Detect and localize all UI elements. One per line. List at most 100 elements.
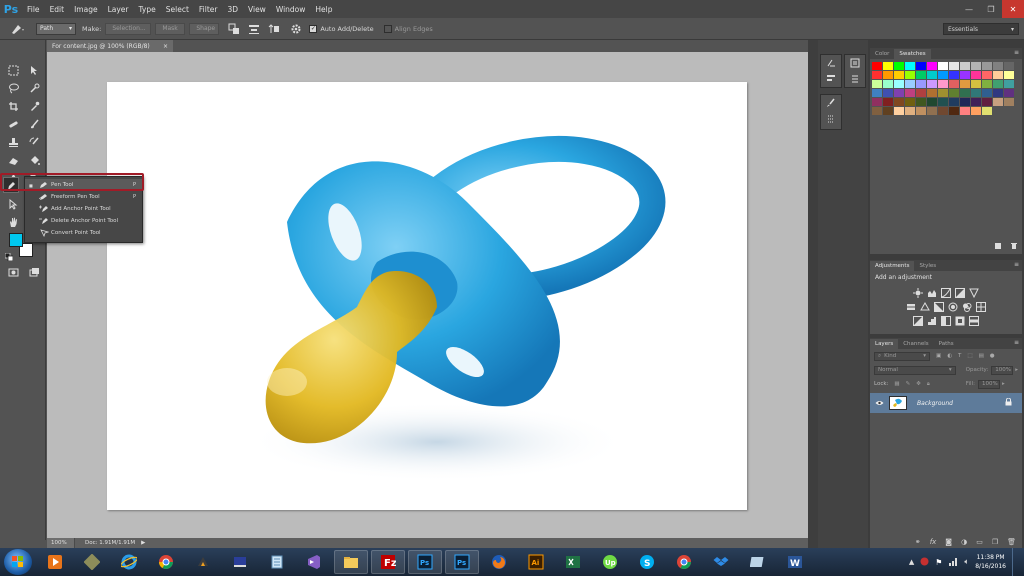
menu-edit[interactable]: Edit xyxy=(45,5,70,14)
taskbar-chrome-2-icon[interactable] xyxy=(667,550,701,574)
black-white-icon[interactable] xyxy=(934,302,944,312)
align-edges-checkbox[interactable] xyxy=(383,24,392,33)
tab-adjustments[interactable]: Adjustments xyxy=(870,261,915,271)
taskbar-usb-tool-icon[interactable] xyxy=(75,550,109,574)
path-operations-icon[interactable] xyxy=(227,22,241,36)
taskbar-notepad-icon[interactable] xyxy=(260,550,294,574)
action-center-flag-icon[interactable]: ⚑ xyxy=(935,558,942,567)
selection-button[interactable]: Selection... xyxy=(105,22,152,35)
path-arrangement-icon[interactable] xyxy=(267,22,281,36)
screen-mode-icon[interactable] xyxy=(26,264,42,280)
menu-layer[interactable]: Layer xyxy=(103,5,134,14)
photo-filter-icon[interactable] xyxy=(948,302,958,312)
taskbar-file-explorer-icon[interactable] xyxy=(334,550,368,574)
kind-filter-select[interactable]: ⌕ Kind ▾ xyxy=(874,351,930,361)
color-swatch[interactable] xyxy=(905,107,915,115)
tab-paths[interactable]: Paths xyxy=(934,339,959,349)
filter-shape-icon[interactable]: ⬚ xyxy=(967,353,972,359)
taskbar-word-icon[interactable]: W xyxy=(778,550,812,574)
opacity-field[interactable]: 100% xyxy=(991,365,1014,375)
color-swatch[interactable] xyxy=(916,71,926,79)
gear-icon[interactable] xyxy=(289,22,303,36)
panel-menu-icon[interactable]: ≡ xyxy=(1014,261,1019,268)
color-swatch[interactable] xyxy=(960,62,970,70)
flyout-convert-point-tool[interactable]: Convert Point Tool xyxy=(25,227,142,239)
menu-filter[interactable]: Filter xyxy=(194,5,223,14)
color-swatch[interactable] xyxy=(982,98,992,106)
color-swatch[interactable] xyxy=(894,62,904,70)
color-swatch[interactable] xyxy=(883,89,893,97)
filter-adjustment-icon[interactable]: ◐ xyxy=(947,353,952,359)
quick-selection-tool[interactable] xyxy=(26,80,42,96)
color-swatch[interactable] xyxy=(938,62,948,70)
color-swatch[interactable] xyxy=(872,98,882,106)
trash-icon[interactable]: 🗑︎ xyxy=(1007,538,1016,546)
hue-saturation-icon[interactable] xyxy=(906,302,916,312)
color-swatch[interactable] xyxy=(894,89,904,97)
color-swatch[interactable] xyxy=(894,71,904,79)
trash-icon[interactable] xyxy=(1010,242,1018,252)
color-swatch[interactable] xyxy=(982,89,992,97)
color-swatch[interactable] xyxy=(894,98,904,106)
invert-icon[interactable] xyxy=(913,316,923,326)
mode-select[interactable]: Path ▾ xyxy=(36,22,76,35)
color-swatch[interactable] xyxy=(949,62,959,70)
healing-brush-tool[interactable] xyxy=(5,116,21,132)
levels-icon[interactable] xyxy=(927,288,937,298)
tab-swatches[interactable]: Swatches xyxy=(894,49,931,59)
color-swatch[interactable] xyxy=(872,89,882,97)
paint-bucket-tool[interactable] xyxy=(26,152,42,168)
taskbar-excel-icon[interactable] xyxy=(556,550,590,574)
color-swatch[interactable] xyxy=(916,89,926,97)
color-swatch[interactable] xyxy=(894,107,904,115)
tab-channels[interactable]: Channels xyxy=(898,339,933,349)
color-swatch[interactable] xyxy=(916,98,926,106)
close-tab-icon[interactable]: × xyxy=(163,43,168,50)
taskbar-illustrator-icon[interactable]: Ai xyxy=(519,550,553,574)
history-brush-tool[interactable] xyxy=(26,134,42,150)
filter-type-icon[interactable]: T xyxy=(958,353,961,359)
selective-color-icon[interactable] xyxy=(955,316,965,326)
color-swatch[interactable] xyxy=(905,62,915,70)
actions-panel-icon[interactable] xyxy=(821,71,841,87)
minimize-button[interactable]: — xyxy=(958,0,980,18)
channel-mixer-icon[interactable] xyxy=(962,302,972,312)
color-swatch[interactable] xyxy=(905,98,915,106)
color-swatch[interactable] xyxy=(1004,71,1014,79)
start-button[interactable] xyxy=(4,549,32,575)
gradient-map-icon[interactable] xyxy=(969,316,979,326)
eyedropper-tool[interactable] xyxy=(26,98,42,114)
menu-help[interactable]: Help xyxy=(310,5,337,14)
color-swatch[interactable] xyxy=(971,62,981,70)
color-swatch[interactable] xyxy=(971,89,981,97)
restore-button[interactable]: ❐ xyxy=(980,0,1002,18)
eye-icon[interactable] xyxy=(873,400,885,406)
close-button[interactable]: ✕ xyxy=(1002,0,1024,18)
color-swatch[interactable] xyxy=(883,98,893,106)
document-info[interactable]: Doc: 1.91M/1.91M xyxy=(85,540,135,546)
color-swatch[interactable] xyxy=(927,89,937,97)
taskbar-winamp-icon[interactable] xyxy=(186,550,220,574)
color-swatch[interactable] xyxy=(883,80,893,88)
brightness-contrast-icon[interactable] xyxy=(913,288,923,298)
threshold-icon[interactable] xyxy=(941,316,951,326)
brush-tool[interactable] xyxy=(26,116,42,132)
filter-pixel-icon[interactable]: ▣ xyxy=(936,353,941,359)
fx-icon[interactable]: fx xyxy=(930,538,937,546)
tab-layers[interactable]: Layers xyxy=(870,339,899,349)
color-swatch[interactable] xyxy=(927,107,937,115)
taskbar-photoshop-1-icon[interactable]: Ps xyxy=(408,550,442,574)
show-hidden-icons-icon[interactable]: ▲ xyxy=(909,558,914,566)
menu-select[interactable]: Select xyxy=(161,5,194,14)
taskbar-firefox-icon[interactable] xyxy=(482,550,516,574)
pen-tool-preset-icon[interactable] xyxy=(10,22,24,36)
info-panel-icon[interactable] xyxy=(845,71,865,87)
tab-styles[interactable]: Styles xyxy=(914,261,941,271)
eraser-tool[interactable] xyxy=(5,152,21,168)
taskbar-upwork-icon[interactable]: Up xyxy=(593,550,627,574)
color-swatch[interactable] xyxy=(938,71,948,79)
brush-presets-icon[interactable] xyxy=(821,111,841,127)
filter-toggle-icon[interactable]: ● xyxy=(990,353,995,359)
color-swatch[interactable] xyxy=(883,71,893,79)
menu-image[interactable]: Image xyxy=(69,5,103,14)
